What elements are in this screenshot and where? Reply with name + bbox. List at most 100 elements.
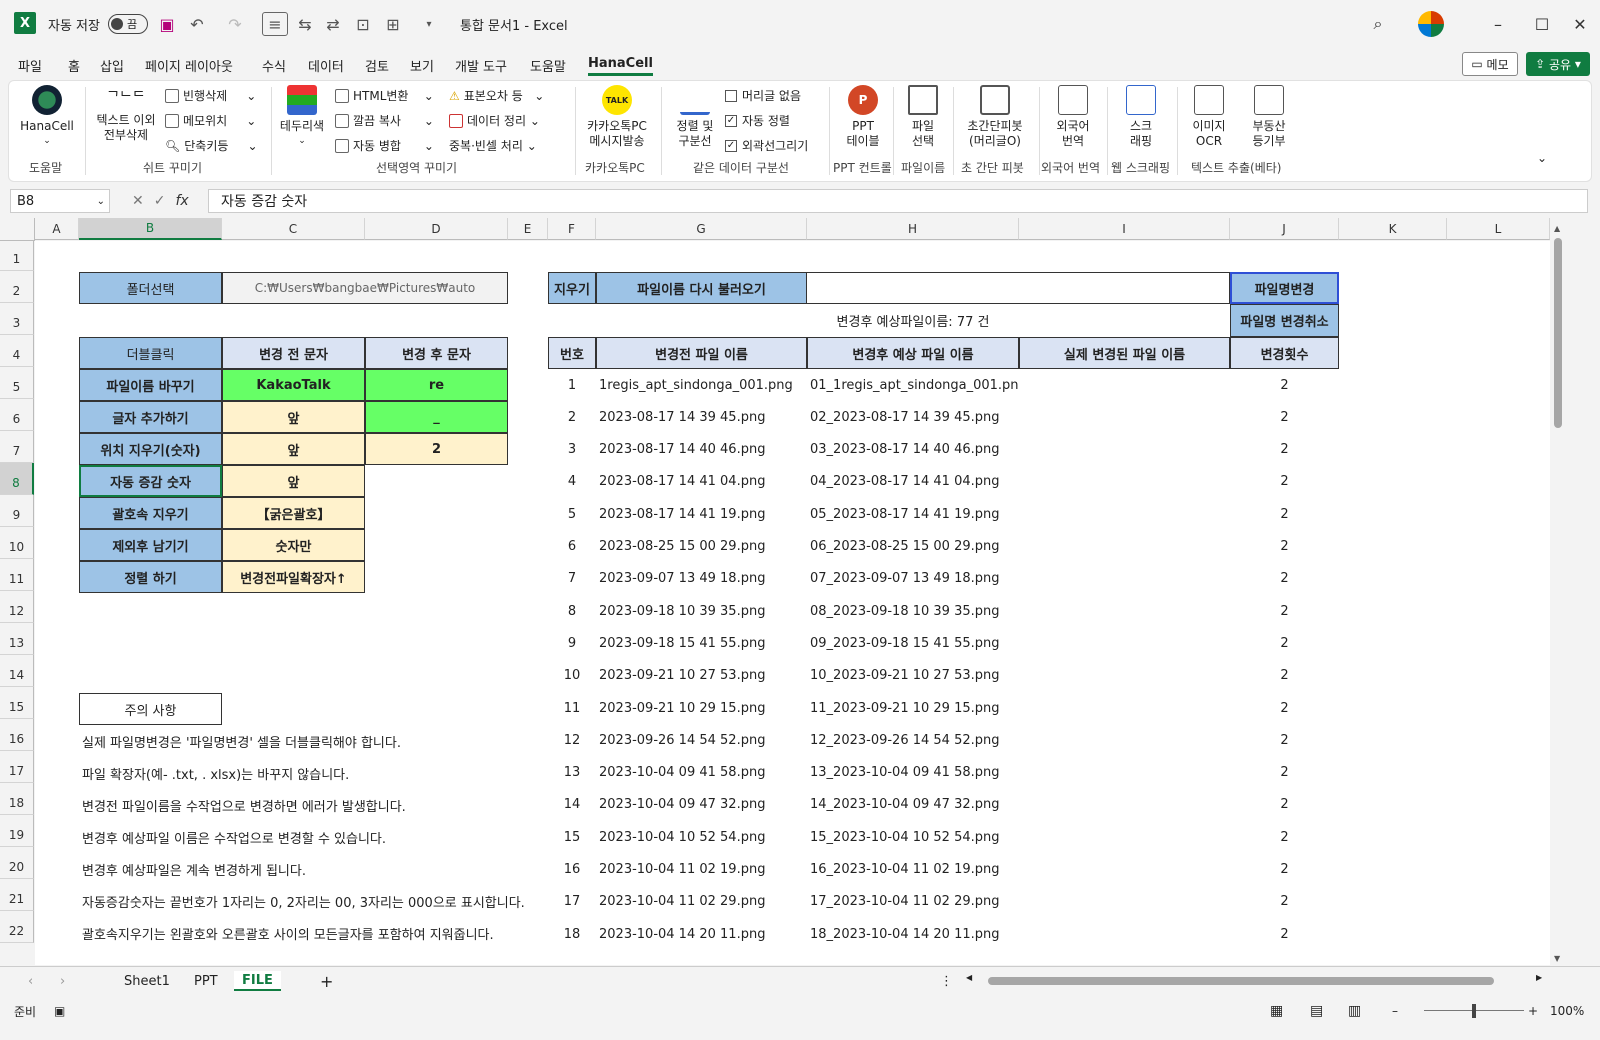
row-header[interactable]: 14 xyxy=(0,655,34,687)
redo-icon[interactable]: ↷ xyxy=(222,12,248,36)
row-header[interactable]: 1 xyxy=(0,241,34,271)
file-table-cell[interactable]: 2023-10-04 11 02 19.png xyxy=(596,854,807,886)
file-table-cell[interactable]: 12_2023-09-26 14 54 52.png xyxy=(807,724,1019,756)
file-table-cell[interactable]: 2023-10-04 11 02 29.png xyxy=(596,886,807,918)
reload-filenames-button[interactable]: 파일이름 다시 불러오기 xyxy=(596,272,807,304)
tab-page-layout[interactable]: 페이지 레이아웃 xyxy=(145,54,233,76)
file-table-cell[interactable]: 08_2023-09-18 10 39 35.png xyxy=(807,595,1019,627)
file-table-cell[interactable]: 2 xyxy=(1230,498,1339,530)
file-table-cell[interactable]: 04_2023-08-17 14 41 04.png xyxy=(807,466,1019,498)
memo-position-button[interactable]: 메모위치 ⌄ xyxy=(165,112,256,129)
scroll-down-icon[interactable]: ▼ xyxy=(1554,954,1560,963)
file-table-cell[interactable]: 15_2023-10-04 10 52 54.png xyxy=(807,821,1019,853)
web-scraping-button[interactable]: 스크 래핑 xyxy=(1113,85,1169,149)
file-table-cell[interactable]: 1 xyxy=(548,369,596,401)
clear-button[interactable]: 지우기 xyxy=(548,272,596,304)
file-table-cell[interactable]: 15 xyxy=(548,821,596,853)
file-table-cell[interactable]: 2 xyxy=(1230,531,1339,563)
operation-before-value[interactable]: 변경전파일확장자↑ xyxy=(222,561,365,593)
file-table-cell[interactable]: 01_1regis_apt_sindonga_001.png xyxy=(807,369,1019,401)
tab-formulas[interactable]: 수식 xyxy=(262,54,286,76)
file-table-cell[interactable]: 2 xyxy=(1230,369,1339,401)
file-table-cell[interactable]: 2023-09-18 15 41 55.png xyxy=(596,627,807,659)
shortcut-button[interactable]: 🔍︎ 단축키등 ⌄ xyxy=(165,137,258,154)
file-table-cell[interactable] xyxy=(1019,563,1230,595)
operation-after-value[interactable]: 2 xyxy=(365,433,508,465)
minimize-icon[interactable]: – xyxy=(1478,12,1518,36)
file-table-cell[interactable]: 2023-08-17 14 40 46.png xyxy=(596,434,807,466)
file-table-cell[interactable]: 11 xyxy=(548,692,596,724)
file-table-cell[interactable]: 2023-10-04 09 41 58.png xyxy=(596,757,807,789)
folder-path-cell[interactable]: C:₩Users₩bangbae₩Pictures₩auto xyxy=(222,272,508,304)
close-icon[interactable]: ✕ xyxy=(1560,12,1600,36)
search-icon[interactable]: ⌕ xyxy=(1358,12,1398,36)
prev-sheet-icon[interactable]: ‹ xyxy=(28,971,33,991)
horizontal-scrollbar[interactable]: ◀ ▶ xyxy=(966,973,1550,986)
file-table-cell[interactable]: 06_2023-08-25 15 00 29.png xyxy=(807,531,1019,563)
operation-before-value[interactable]: 앞 xyxy=(222,401,365,433)
normal-view-icon[interactable]: ▦ xyxy=(1270,1001,1283,1021)
image-ocr-button[interactable]: 이미지 OCR xyxy=(1183,85,1235,149)
operation-label[interactable]: 파일이름 바꾸기 xyxy=(79,369,222,401)
row-header[interactable]: 19 xyxy=(0,815,34,847)
file-table-cell[interactable]: 4 xyxy=(548,466,596,498)
file-table-cell[interactable]: 13 xyxy=(548,757,596,789)
row-header[interactable]: 10 xyxy=(0,527,34,559)
file-table-cell[interactable]: 1regis_apt_sindonga_001.png xyxy=(596,369,807,401)
autosave-toggle[interactable]: 끔 xyxy=(108,14,148,34)
tab-review[interactable]: 검토 xyxy=(365,54,389,76)
zoom-slider-knob[interactable] xyxy=(1472,1004,1476,1018)
file-table-cell[interactable] xyxy=(1019,918,1230,950)
file-table-cell[interactable] xyxy=(1019,886,1230,918)
cancel-rename-button[interactable]: 파일명 변경취소 xyxy=(1230,304,1339,337)
file-table-cell[interactable]: 2023-08-17 14 41 19.png xyxy=(596,498,807,530)
delete-empty-rows-button[interactable]: 빈행삭제 ⌄ xyxy=(165,87,256,104)
collapse-ribbon-icon[interactable]: ⌄ xyxy=(1537,151,1547,165)
file-table-cell[interactable] xyxy=(1019,466,1230,498)
file-table-cell[interactable]: 2023-09-21 10 29 15.png xyxy=(596,692,807,724)
sheet-tab-sheet1[interactable]: Sheet1 xyxy=(124,971,170,991)
file-table-cell[interactable]: 2023-08-25 15 00 29.png xyxy=(596,531,807,563)
vertical-scrollbar[interactable]: ▲ ▼ xyxy=(1550,222,1566,965)
file-table-cell[interactable]: 2 xyxy=(1230,821,1339,853)
file-table-cell[interactable]: 12 xyxy=(548,724,596,756)
page-break-view-icon[interactable]: ▥ xyxy=(1348,1001,1361,1021)
share-button[interactable]: ⇪ 공유 ▾ xyxy=(1526,52,1590,76)
ppt-table-button[interactable]: P PPT 테이블 xyxy=(835,85,891,149)
translate-button[interactable]: 외국어 번역 xyxy=(1045,85,1101,149)
operation-label[interactable]: 제외후 남기기 xyxy=(79,529,222,561)
tab-data[interactable]: 데이터 xyxy=(308,54,344,76)
formula-input[interactable]: 자동 증감 숫자 xyxy=(208,189,1588,213)
file-table-cell[interactable]: 2023-08-17 14 41 04.png xyxy=(596,466,807,498)
file-table-cell[interactable]: 02_2023-08-17 14 39 45.png xyxy=(807,401,1019,433)
file-table-cell[interactable]: 03_2023-08-17 14 40 46.png xyxy=(807,434,1019,466)
file-table-cell[interactable]: 9 xyxy=(548,627,596,659)
file-table-cell[interactable] xyxy=(1019,789,1230,821)
file-table-cell[interactable]: 05_2023-08-17 14 41 19.png xyxy=(807,498,1019,530)
col-header-h[interactable]: H xyxy=(807,218,1019,240)
operation-label[interactable]: 괄호속 지우기 xyxy=(79,497,222,529)
file-table-cell[interactable]: 17 xyxy=(548,886,596,918)
tab-hanacell[interactable]: HanaCell xyxy=(588,54,653,76)
scroll-left-icon[interactable]: ◀ xyxy=(966,973,972,982)
operation-label[interactable]: 자동 증감 숫자 xyxy=(79,465,222,497)
row-header[interactable]: 13 xyxy=(0,623,34,655)
file-table-cell[interactable]: 16 xyxy=(548,854,596,886)
col-header-c[interactable]: C xyxy=(222,218,365,240)
file-select-button[interactable]: 파일 선택 xyxy=(899,85,947,149)
file-table-cell[interactable]: 18_2023-10-04 14 20 11.png xyxy=(807,918,1019,950)
file-table-cell[interactable]: 2 xyxy=(1230,401,1339,433)
sheet-tab-ppt[interactable]: PPT xyxy=(194,971,218,991)
file-table-cell[interactable] xyxy=(1019,401,1230,433)
file-table-cell[interactable]: 2023-09-26 14 54 52.png xyxy=(596,724,807,756)
operation-before-value[interactable]: 숫자만 xyxy=(222,529,365,561)
row-header[interactable]: 2 xyxy=(0,271,34,303)
file-table-cell[interactable]: 2 xyxy=(1230,627,1339,659)
memo-button[interactable]: ▭ 메모 xyxy=(1462,52,1518,76)
decimal2-icon[interactable]: ⇄ xyxy=(320,12,346,36)
next-sheet-icon[interactable]: › xyxy=(60,971,65,991)
fit-icon[interactable]: ⊡ xyxy=(350,12,376,36)
simple-pivot-button[interactable]: 초간단피봇 (머리글O) xyxy=(959,85,1031,149)
customize-qat-icon[interactable]: ▾ xyxy=(416,12,442,36)
col-header-g[interactable]: G xyxy=(596,218,807,240)
